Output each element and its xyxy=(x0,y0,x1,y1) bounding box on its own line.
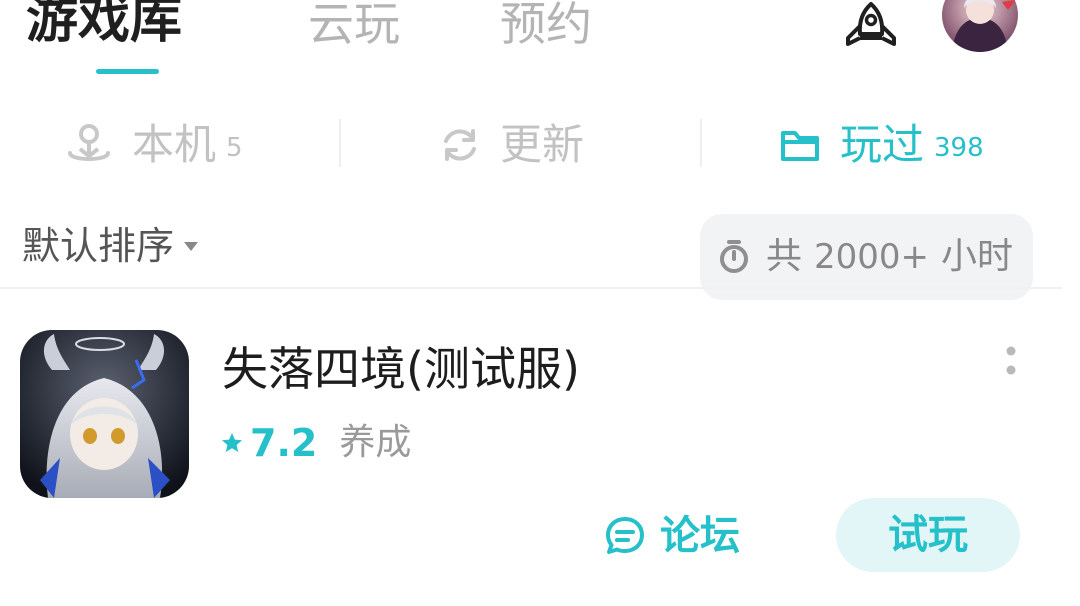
tab-cloud-play[interactable]: 云玩 xyxy=(308,0,400,56)
timer-icon xyxy=(720,240,748,273)
filter-played[interactable]: 玩过 398 xyxy=(780,116,984,174)
tab-reservations[interactable]: 预约 xyxy=(500,0,592,56)
filter-played-count: 398 xyxy=(934,133,984,163)
avatar[interactable] xyxy=(942,0,1018,52)
chat-bubble-icon xyxy=(606,517,644,554)
playtime-prefix: 共 xyxy=(766,236,803,277)
game-icon[interactable] xyxy=(20,330,189,498)
filter-update[interactable]: 更新 xyxy=(440,116,584,174)
filter-update-label: 更新 xyxy=(500,120,585,169)
game-library-screen: 游戏库 云玩 预约 本机 5 更新 玩过 398 默认排序 共 2000+ 小时… xyxy=(0,0,1080,606)
forum-button-label: 论坛 xyxy=(660,513,740,559)
playtime-value: 2000+ xyxy=(814,237,930,277)
tab-game-library[interactable]: 游戏库 xyxy=(26,0,182,52)
refresh-icon xyxy=(444,129,476,161)
divider xyxy=(339,119,341,167)
active-tab-indicator xyxy=(96,69,159,74)
playtime-unit: 小时 xyxy=(941,236,1014,277)
sort-dropdown[interactable]: 默认排序 xyxy=(22,222,199,270)
sort-label: 默认排序 xyxy=(22,224,175,268)
filter-played-label: 玩过 xyxy=(840,120,925,169)
game-tag: 养成 xyxy=(339,422,412,463)
divider xyxy=(700,119,702,167)
game-rating: 7.2 xyxy=(250,421,318,465)
filter-local-count: 5 xyxy=(226,133,243,163)
rocket-icon[interactable] xyxy=(836,0,906,50)
game-title[interactable]: 失落四境(测试服) xyxy=(222,340,580,398)
filter-local-label: 本机 xyxy=(132,120,217,169)
filter-local[interactable]: 本机 5 xyxy=(66,116,243,174)
star-icon xyxy=(222,433,242,452)
try-play-button[interactable]: 试玩 xyxy=(836,498,1020,572)
caret-down-icon xyxy=(184,241,199,251)
download-person-icon xyxy=(68,124,110,161)
divider xyxy=(0,287,1062,289)
game-meta: 7.2 养成 xyxy=(220,420,411,466)
folder-icon xyxy=(781,131,819,161)
more-options-icon[interactable] xyxy=(996,344,1026,384)
forum-button[interactable]: 论坛 xyxy=(604,504,740,568)
